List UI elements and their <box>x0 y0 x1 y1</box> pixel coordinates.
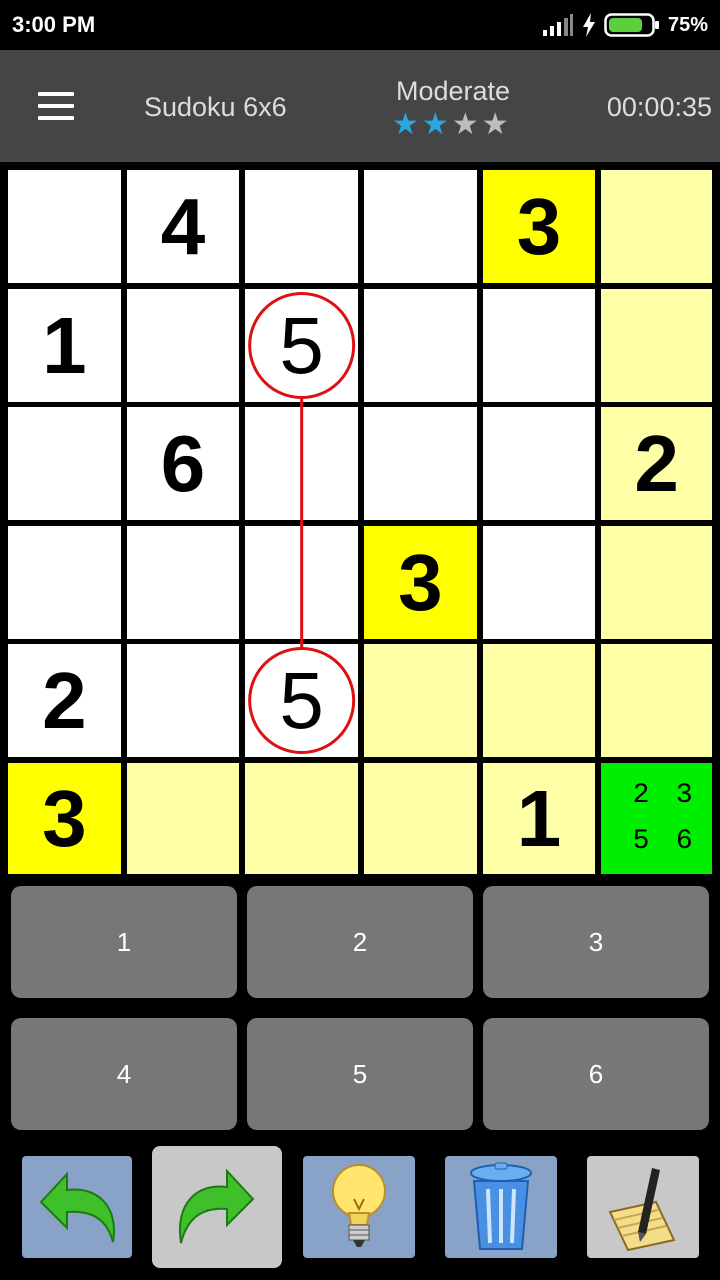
board-cell-r4-c2[interactable] <box>126 526 240 639</box>
menu-button[interactable] <box>30 88 80 124</box>
board-cell-r5-c6[interactable] <box>601 644 712 757</box>
board-cell-r3-c1[interactable] <box>8 407 121 520</box>
board-cell-r4-c6[interactable] <box>601 526 712 639</box>
board-cell-r2-c3[interactable]: 5 <box>245 289 358 402</box>
board-cell-r4-c5[interactable] <box>482 526 596 639</box>
board-cell-r6-c5[interactable]: 1 <box>482 763 596 874</box>
cell-value: 3 <box>398 537 443 627</box>
board-cell-r4-c1[interactable] <box>8 526 121 639</box>
board-cell-r1-c1[interactable] <box>8 170 121 283</box>
redo-icon <box>179 1168 255 1244</box>
board-cell-r1-c5[interactable]: 3 <box>482 170 596 283</box>
keypad-button-6[interactable]: 6 <box>483 1018 709 1130</box>
status-time: 3:00 PM <box>12 12 96 37</box>
cell-value: 3 <box>516 181 562 271</box>
board-cell-r3-c2[interactable]: 6 <box>126 407 240 520</box>
status-bar: 3:00 PM 75% <box>0 0 720 50</box>
board-cell-r2-c6[interactable] <box>601 289 712 402</box>
hint-bulb-icon <box>332 1164 386 1247</box>
note-digit: 3 <box>675 780 693 812</box>
signal-icon <box>542 14 573 36</box>
cell-notes: 2356 <box>601 763 712 874</box>
menu-icon-line <box>38 104 74 108</box>
star-empty-icon: ★ <box>451 108 479 141</box>
cell-value: 4 <box>160 181 206 271</box>
difficulty-stars: ★ ★ ★ ★ <box>392 110 509 140</box>
board-cell-r2-c5[interactable] <box>482 289 596 402</box>
cell-value: 3 <box>42 773 87 863</box>
keypad-button-3[interactable]: 3 <box>483 886 709 998</box>
board-cell-r5-c4[interactable] <box>364 644 477 757</box>
game-timer: 00:00:35 <box>606 92 712 122</box>
star-empty-icon: ★ <box>481 108 509 141</box>
notes-pencil-icon <box>608 1168 676 1252</box>
board-cell-r6-c2[interactable] <box>126 763 240 874</box>
keypad-button-1[interactable]: 1 <box>11 886 237 998</box>
board-cell-r1-c2[interactable]: 4 <box>126 170 240 283</box>
cell-value: 2 <box>634 418 679 508</box>
cell-value: 6 <box>160 418 206 508</box>
board-cell-r2-c2[interactable] <box>126 289 240 402</box>
status-icons: 75% <box>542 11 708 39</box>
board-cell-r2-c4[interactable] <box>364 289 477 402</box>
board-cell-r3-c6[interactable]: 2 <box>601 407 712 520</box>
battery-icon <box>604 13 659 37</box>
difficulty-label: Moderate <box>396 76 511 106</box>
cell-value: 2 <box>42 655 87 745</box>
clear-button[interactable] <box>445 1156 557 1258</box>
action-toolbar <box>0 1140 720 1280</box>
undo-icon <box>39 1171 115 1243</box>
app-header: Sudoku 6x6 Moderate ★ ★ ★ ★ 00:00:35 <box>0 50 720 162</box>
board-cell-r5-c2[interactable] <box>126 644 240 757</box>
notes-button[interactable] <box>587 1156 699 1258</box>
board-cell-r4-c3[interactable] <box>245 526 358 639</box>
board-cell-r3-c4[interactable] <box>364 407 477 520</box>
app-title: Sudoku 6x6 <box>144 92 287 122</box>
note-digit: 6 <box>675 825 693 857</box>
board-cell-r3-c3[interactable] <box>245 407 358 520</box>
sudoku-board: 431562325312356 <box>8 170 712 874</box>
trash-icon <box>470 1162 532 1250</box>
keypad-button-4[interactable]: 4 <box>11 1018 237 1130</box>
board-cell-r1-c3[interactable] <box>245 170 358 283</box>
redo-button[interactable] <box>152 1146 282 1268</box>
star-filled-icon: ★ <box>392 108 419 141</box>
number-keypad: 123 456 <box>0 880 720 1140</box>
board-cell-r1-c4[interactable] <box>364 170 477 283</box>
charging-icon <box>582 13 595 37</box>
undo-button[interactable] <box>22 1156 132 1258</box>
board-cell-r5-c5[interactable] <box>482 644 596 757</box>
board-cell-r6-c1[interactable]: 3 <box>8 763 121 874</box>
menu-icon <box>38 92 74 96</box>
cell-value: 1 <box>516 773 562 863</box>
menu-icon-line <box>38 116 74 120</box>
board-cell-r4-c4[interactable]: 3 <box>364 526 477 639</box>
board-cell-r5-c1[interactable]: 2 <box>8 644 121 757</box>
board-area: 431562325312356 <box>0 162 720 880</box>
board-cell-r3-c5[interactable] <box>482 407 596 520</box>
battery-percent: 75% <box>667 13 708 36</box>
board-cell-r6-c6[interactable]: 2356 <box>601 763 712 874</box>
keypad-button-5[interactable]: 5 <box>247 1018 473 1130</box>
keypad-button-2[interactable]: 2 <box>247 886 473 998</box>
hint-button[interactable] <box>303 1156 415 1258</box>
cell-value: 1 <box>42 300 87 390</box>
board-cell-r5-c3[interactable]: 5 <box>245 644 358 757</box>
cell-value: 5 <box>279 300 324 390</box>
board-cell-r1-c6[interactable] <box>601 170 712 283</box>
note-digit: 2 <box>632 780 650 812</box>
star-filled-icon: ★ <box>421 108 449 141</box>
board-cell-r6-c3[interactable] <box>245 763 358 874</box>
cell-value: 5 <box>279 655 324 745</box>
board-cell-r2-c1[interactable]: 1 <box>8 289 121 402</box>
board-cell-r6-c4[interactable] <box>364 763 477 874</box>
note-digit: 5 <box>632 825 650 857</box>
